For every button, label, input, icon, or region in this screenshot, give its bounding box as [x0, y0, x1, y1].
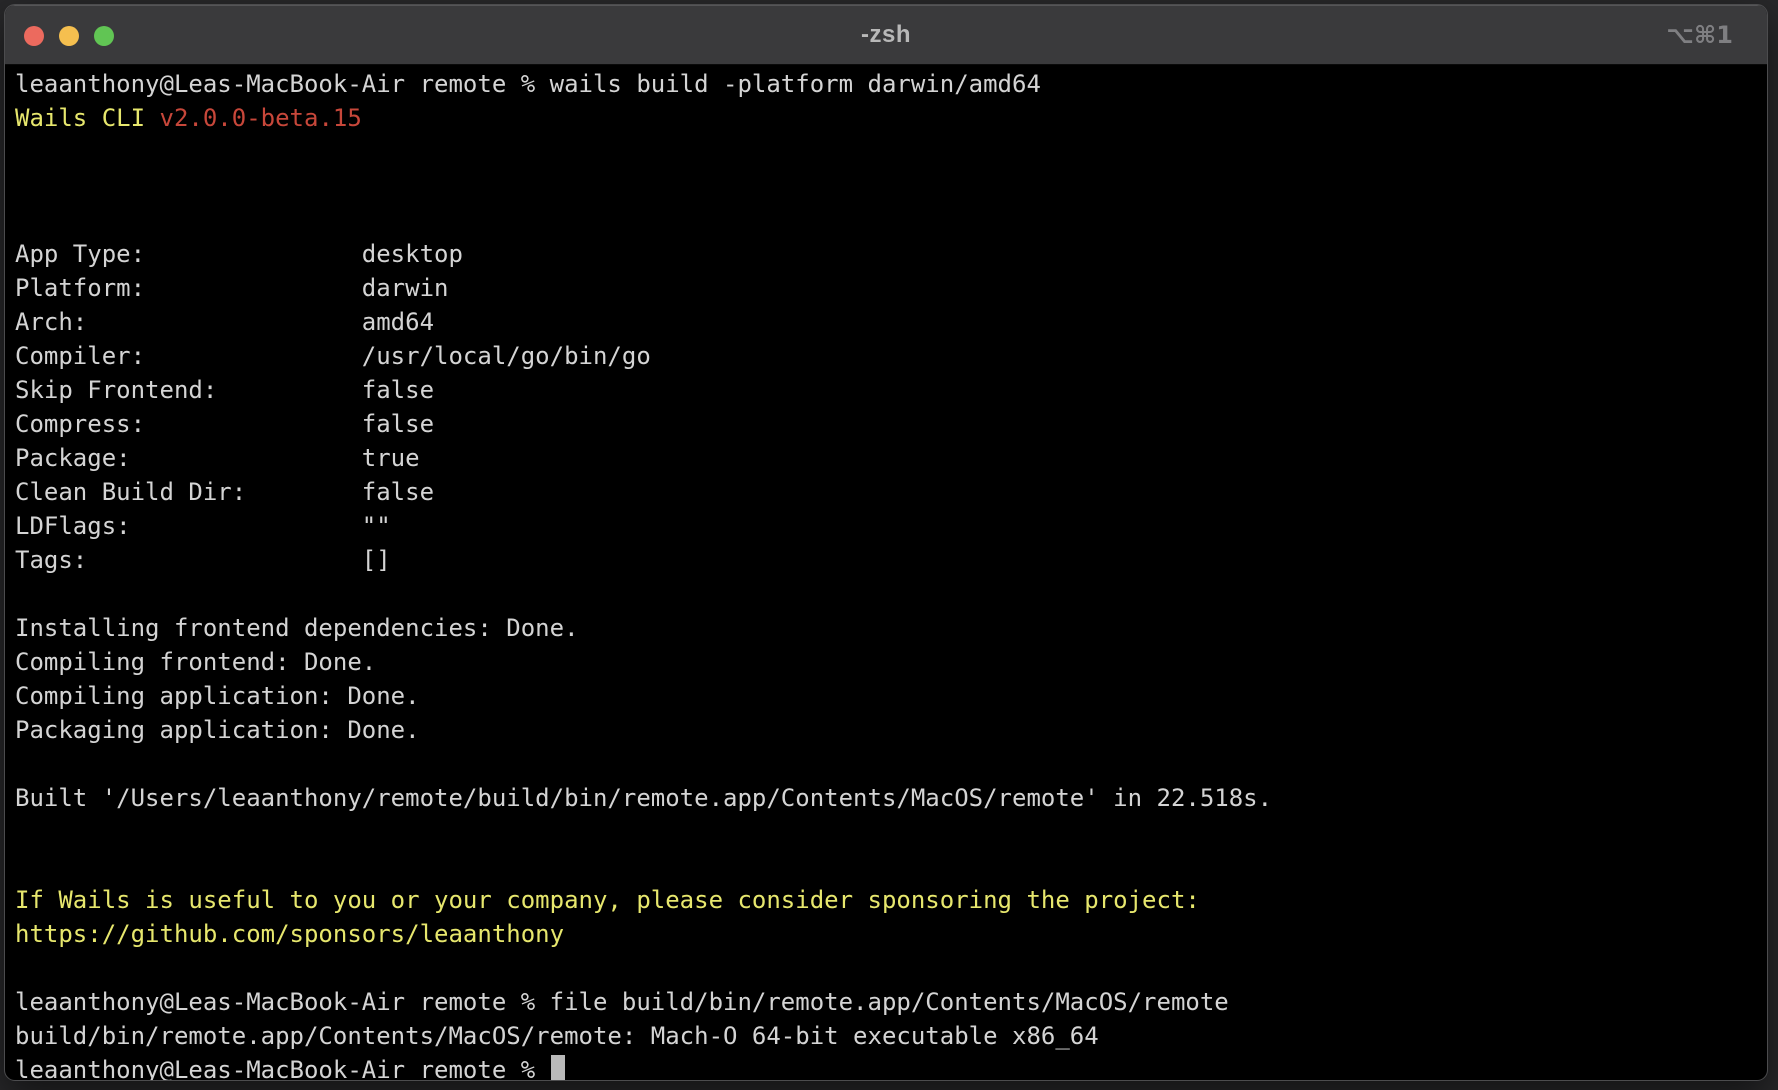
terminal-line [15, 951, 1761, 985]
terminal-line: Wails CLI v2.0.0-beta.15 [15, 101, 1761, 135]
terminal-line: Compiling application: Done. [15, 679, 1761, 713]
terminal-line: Skip Frontend: false [15, 373, 1761, 407]
terminal-line: Packaging application: Done. [15, 713, 1761, 747]
terminal-line: Package: true [15, 441, 1761, 475]
terminal-text-segment: Arch: amd64 [15, 308, 434, 336]
terminal-line: Platform: darwin [15, 271, 1761, 305]
terminal-text-segment: Platform: darwin [15, 274, 448, 302]
terminal-text-segment: Clean Build Dir: false [15, 478, 434, 506]
terminal-text-segment: v2.0.0-beta.15 [160, 104, 362, 132]
terminal-text-segment: Installing frontend dependencies: Done. [15, 614, 579, 642]
terminal-line [15, 135, 1761, 169]
terminal-text-segment: Wails CLI [15, 104, 160, 132]
terminal-line: Arch: amd64 [15, 305, 1761, 339]
terminal-line: Built '/Users/leaanthony/remote/build/bi… [15, 781, 1761, 815]
window-title: -zsh [861, 21, 911, 49]
terminal-text-segment: LDFlags: "" [15, 512, 391, 540]
terminal-text-segment: Compress: false [15, 410, 434, 438]
terminal-output[interactable]: leaanthony@Leas-MacBook-Air remote % wai… [5, 65, 1767, 1081]
terminal-text-segment: Compiler: /usr/local/go/bin/go [15, 342, 651, 370]
terminal-line [15, 169, 1761, 203]
traffic-lights [24, 26, 114, 46]
terminal-text-segment: Package: true [15, 444, 420, 472]
terminal-line: leaanthony@Leas-MacBook-Air remote % [15, 1053, 1761, 1081]
terminal-line [15, 747, 1761, 781]
terminal-text-segment: If Wails is useful to you or your compan… [15, 886, 1200, 914]
terminal-text-segment: App Type: desktop [15, 240, 463, 268]
terminal-text-segment: Compiling application: Done. [15, 682, 420, 710]
terminal-line [15, 203, 1761, 237]
terminal-line: leaanthony@Leas-MacBook-Air remote % wai… [15, 67, 1761, 101]
titlebar[interactable]: -zsh ⌥⌘1 [5, 5, 1767, 65]
terminal-text-segment: Packaging application: Done. [15, 716, 420, 744]
terminal-line: Compress: false [15, 407, 1761, 441]
terminal-line: Compiling frontend: Done. [15, 645, 1761, 679]
terminal-line: Installing frontend dependencies: Done. [15, 611, 1761, 645]
terminal-text-segment: Compiling frontend: Done. [15, 648, 376, 676]
terminal-text-segment: leaanthony@Leas-MacBook-Air remote % [15, 1056, 550, 1081]
terminal-line [15, 577, 1761, 611]
close-button[interactable] [24, 26, 44, 46]
terminal-line: https://github.com/sponsors/leaanthony [15, 917, 1761, 951]
terminal-text-segment: leaanthony@Leas-MacBook-Air remote % fil… [15, 988, 1229, 1016]
terminal-cursor [551, 1055, 565, 1081]
terminal-line: LDFlags: "" [15, 509, 1761, 543]
zoom-button[interactable] [94, 26, 114, 46]
terminal-line: App Type: desktop [15, 237, 1761, 271]
terminal-line [15, 849, 1761, 883]
desktop-backdrop: -zsh ⌥⌘1 leaanthony@Leas-MacBook-Air rem… [0, 0, 1778, 1090]
terminal-window: -zsh ⌥⌘1 leaanthony@Leas-MacBook-Air rem… [4, 4, 1768, 1081]
terminal-line: Compiler: /usr/local/go/bin/go [15, 339, 1761, 373]
window-shortcut-badge: ⌥⌘1 [1666, 21, 1733, 49]
terminal-line: Tags: [] [15, 543, 1761, 577]
terminal-text-segment: leaanthony@Leas-MacBook-Air remote % wai… [15, 70, 1041, 98]
terminal-text-segment: https://github.com/sponsors/leaanthony [15, 920, 564, 948]
minimize-button[interactable] [59, 26, 79, 46]
terminal-text-segment: Skip Frontend: false [15, 376, 434, 404]
terminal-text-segment: Built '/Users/leaanthony/remote/build/bi… [15, 784, 1272, 812]
terminal-line: build/bin/remote.app/Contents/MacOS/remo… [15, 1019, 1761, 1053]
terminal-text-segment: build/bin/remote.app/Contents/MacOS/remo… [15, 1022, 1099, 1050]
terminal-line: Clean Build Dir: false [15, 475, 1761, 509]
terminal-line [15, 815, 1761, 849]
terminal-line: If Wails is useful to you or your compan… [15, 883, 1761, 917]
terminal-line: leaanthony@Leas-MacBook-Air remote % fil… [15, 985, 1761, 1019]
terminal-text-segment: Tags: [] [15, 546, 391, 574]
